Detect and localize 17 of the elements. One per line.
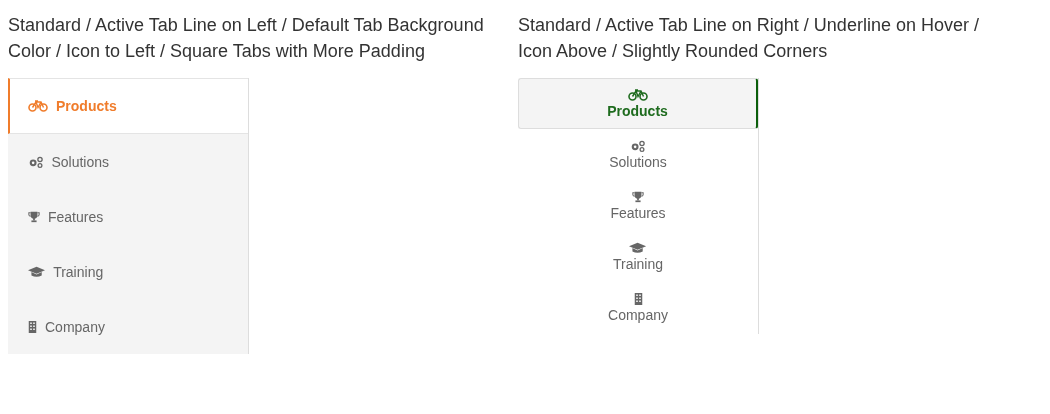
section-title: Standard / Active Tab Line on Left / Default Tab Background Color / Icon to Left / Square Tabs with More Padding bbox=[8, 14, 485, 63]
tab[interactable]: Company bbox=[518, 282, 758, 333]
gears-icon bbox=[630, 139, 646, 152]
tab[interactable]: Training bbox=[518, 231, 758, 282]
building-icon bbox=[633, 292, 643, 305]
tab[interactable]: Products bbox=[518, 78, 758, 129]
tab[interactable]: Solutions bbox=[518, 129, 758, 180]
building-icon bbox=[28, 320, 37, 333]
bicycle-icon bbox=[28, 100, 48, 112]
gears-icon bbox=[28, 155, 44, 168]
tab[interactable]: Features bbox=[518, 180, 758, 231]
trophy-icon bbox=[28, 210, 40, 223]
section-title: Standard / Active Tab Line on Right / Underline on Hover / Icon Above / Slightly Rounded Corners bbox=[518, 14, 980, 63]
graduation-cap-icon bbox=[28, 265, 46, 278]
graduation-cap-icon bbox=[629, 241, 647, 254]
trophy-icon bbox=[632, 190, 644, 203]
bicycle-icon bbox=[627, 88, 648, 101]
